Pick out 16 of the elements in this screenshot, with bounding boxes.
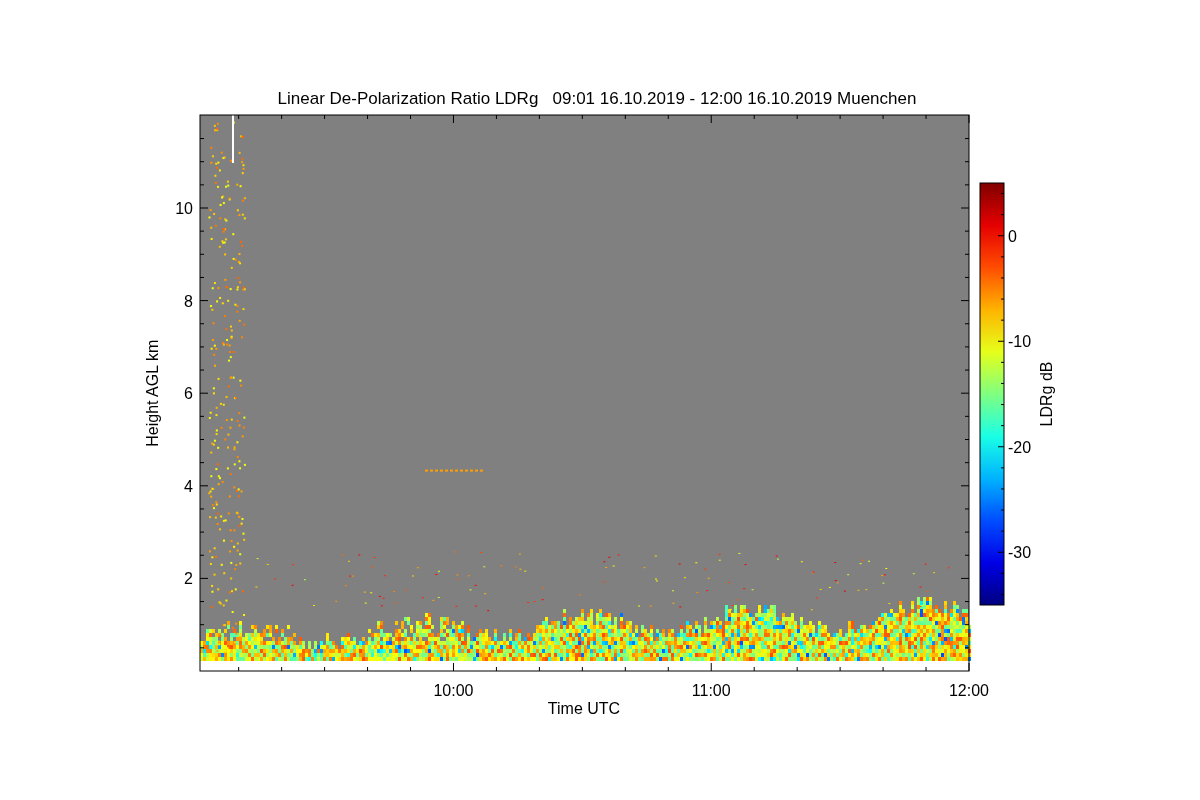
y-axis-label: Height AGL km [144,339,161,447]
y-tick-label: 4 [184,477,193,495]
y-tick-label: 2 [184,570,193,588]
x-tick-label: 10:00 [433,682,474,699]
colorbar-tick-label: -30 [1008,544,1032,562]
chart-title: Linear De-Polarization Ratio LDRg 09:01 16.10.2019 - 12:00 16.10.2019 Muenchen [277,89,917,108]
colorbar-tick-label: 0 [1008,227,1017,245]
y-tick-label: 10 [175,200,193,217]
x-tick-label: 11:00 [691,682,731,699]
x-tick-label: 12:00 [949,682,989,699]
colorbar-tick-label: -20 [1008,438,1032,456]
colorbar-tick-label: -10 [1008,333,1032,351]
y-tick-label: 6 [184,385,193,403]
y-tick-label: 8 [184,292,193,310]
x-axis-label: Time UTC [547,700,621,717]
colorbar-label: LDRg dB [1038,361,1055,427]
